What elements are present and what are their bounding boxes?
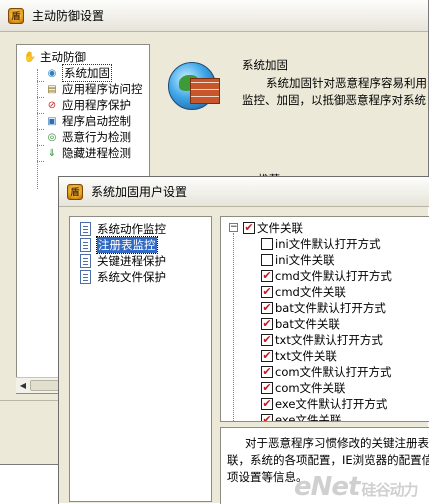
association-item[interactable]: ✔ com文件默认打开方式 <box>261 364 392 379</box>
list-item-label: 注册表监控 <box>96 236 158 254</box>
tree-item-malicious-behavior[interactable]: ◎ 恶意行为检测 <box>45 129 131 145</box>
shield-app-icon: 盾 <box>67 183 83 200</box>
association-item[interactable]: ✔ bat文件关联 <box>261 316 340 331</box>
main-window-title: 主动防御设置 <box>32 9 105 23</box>
tree-item-app-protection[interactable]: ⊘ 应用程序保护 <box>45 97 131 113</box>
association-item-label: txt文件默认打开方式 <box>275 332 383 347</box>
checkbox-checked-icon[interactable]: ✔ <box>261 381 273 394</box>
checkbox-checked-icon[interactable]: ✔ <box>261 301 273 314</box>
scroll-left-icon[interactable]: ◀ <box>17 380 29 391</box>
firewall-icon <box>190 78 220 104</box>
association-item[interactable]: ✔ txt文件关联 <box>261 348 337 363</box>
site-watermark: eNet 硅谷动力 <box>294 472 418 502</box>
tree-root-file-association[interactable]: ✔ 文件关联 <box>243 220 303 235</box>
document-icon <box>80 270 91 284</box>
list-item-system-action-monitor[interactable]: 系统动作监控 <box>80 221 166 237</box>
association-item[interactable]: ✔ exe文件默认打开方式 <box>261 396 387 411</box>
section-heading: 系统加固 <box>242 58 288 72</box>
tree-item-label: 应用程序保护 <box>62 98 131 112</box>
list-item-label: 系统动作监控 <box>97 222 166 236</box>
checkbox-checked-icon[interactable]: ✔ <box>261 413 273 421</box>
checkbox-icon[interactable]: ✔ <box>243 221 255 234</box>
tree-item-system-hardening[interactable]: ◉ 系统加固 <box>45 64 112 82</box>
globe-icon: ◉ <box>47 67 57 79</box>
checkbox-checked-icon[interactable]: ✔ <box>261 397 273 410</box>
association-item[interactable]: ✔ bat文件默认打开方式 <box>261 300 386 315</box>
list-item-label: 关键进程保护 <box>97 254 166 268</box>
registry-item-tree: − ✔ 文件关联 ini文件默认打开方式 ini文件关联 ✔ cmd文件默认打开方式 ✔… <box>220 216 429 422</box>
association-item[interactable]: ✔ cmd文件默认打开方式 <box>261 268 392 283</box>
list-item-key-process-protection[interactable]: 关键进程保护 <box>80 253 166 269</box>
collapse-icon[interactable]: − <box>229 223 238 232</box>
no-entry-icon: ⊘ <box>47 99 57 111</box>
radar-icon: ◎ <box>47 131 57 143</box>
checkbox-checked-icon[interactable]: ✔ <box>261 349 273 362</box>
monitor-category-list: 系统动作监控 注册表监控 关键进程保护 系统文件保护 <box>69 216 212 502</box>
hand-shield-icon: ✋ <box>23 51 37 63</box>
hardening-user-settings-dialog: 盾 系统加固用户设置 系统动作监控 注册表监控 关键进程保护 系统文件保护 − … <box>58 176 429 504</box>
tree-item-hidden-process[interactable]: ⇓ 隐藏进程检测 <box>45 145 131 161</box>
tree-item-label: 系统加固 <box>62 64 112 82</box>
tree-root-active-defense[interactable]: ✋ 主动防御 <box>23 49 86 65</box>
window-start-icon: ▣ <box>47 115 57 127</box>
tree-item-label: 隐藏进程检测 <box>62 146 131 160</box>
download-arrow-icon: ⇓ <box>47 147 57 159</box>
association-item-label: com文件关联 <box>275 380 346 395</box>
association-item-label: exe文件默认打开方式 <box>275 396 388 411</box>
section-description: 系统加固针对恶意程序容易利用 监控、加固，以抵御恶意程序对系统 <box>242 76 427 107</box>
association-item-label: bat文件关联 <box>275 316 340 331</box>
association-item[interactable]: ✔ txt文件默认打开方式 <box>261 332 383 347</box>
association-item-label: txt文件关联 <box>275 348 337 363</box>
association-item-label: exe文件关联 <box>275 412 342 422</box>
shield-app-icon: 盾 <box>8 7 24 24</box>
document-icon <box>80 254 91 268</box>
tree-connector <box>233 233 234 421</box>
association-item-label: com文件默认打开方式 <box>275 364 392 379</box>
list-item-label: 系统文件保护 <box>97 270 166 284</box>
checkbox-checked-icon[interactable]: ✔ <box>261 317 273 330</box>
association-item[interactable]: ✔ exe文件关联 <box>261 412 342 422</box>
checkbox-unchecked-icon[interactable] <box>261 237 273 250</box>
association-item[interactable]: ini文件关联 <box>261 252 335 267</box>
association-item-label: ini文件默认打开方式 <box>275 236 381 251</box>
tree-item-label: 应用程序访问控 <box>62 82 143 96</box>
association-item-label: ini文件关联 <box>275 252 335 267</box>
checkbox-checked-icon[interactable]: ✔ <box>261 365 273 378</box>
tree-root-label: 文件关联 <box>257 220 303 235</box>
list-item-registry-monitor[interactable]: 注册表监控 <box>80 236 158 254</box>
association-item[interactable]: ✔ cmd文件关联 <box>261 284 346 299</box>
dialog-title: 系统加固用户设置 <box>91 185 188 199</box>
checkbox-checked-icon[interactable]: ✔ <box>261 269 273 282</box>
association-item-label: cmd文件默认打开方式 <box>275 268 392 283</box>
document-icon <box>80 238 91 252</box>
tree-root-label: 主动防御 <box>40 50 86 64</box>
association-item-label: cmd文件关联 <box>275 284 346 299</box>
association-item-label: bat文件默认打开方式 <box>275 300 386 315</box>
dialog-titlebar[interactable]: 盾 系统加固用户设置 <box>59 177 429 207</box>
association-item[interactable]: ini文件默认打开方式 <box>261 236 381 251</box>
tree-item-startup-control[interactable]: ▣ 程序启动控制 <box>45 113 131 129</box>
document-icon <box>80 222 91 236</box>
checkbox-checked-icon[interactable]: ✔ <box>261 285 273 298</box>
checkbox-unchecked-icon[interactable] <box>261 253 273 266</box>
main-titlebar[interactable]: 盾 主动防御设置 <box>0 0 428 32</box>
tree-item-label: 恶意行为检测 <box>62 130 131 144</box>
tree-item-app-access-control[interactable]: ▤ 应用程序访问控 <box>45 81 143 97</box>
list-item-system-file-protection[interactable]: 系统文件保护 <box>80 269 166 285</box>
tree-item-label: 程序启动控制 <box>62 114 131 128</box>
document-lock-icon: ▤ <box>47 83 57 95</box>
checkbox-checked-icon[interactable]: ✔ <box>261 333 273 346</box>
association-item[interactable]: ✔ com文件关联 <box>261 380 346 395</box>
